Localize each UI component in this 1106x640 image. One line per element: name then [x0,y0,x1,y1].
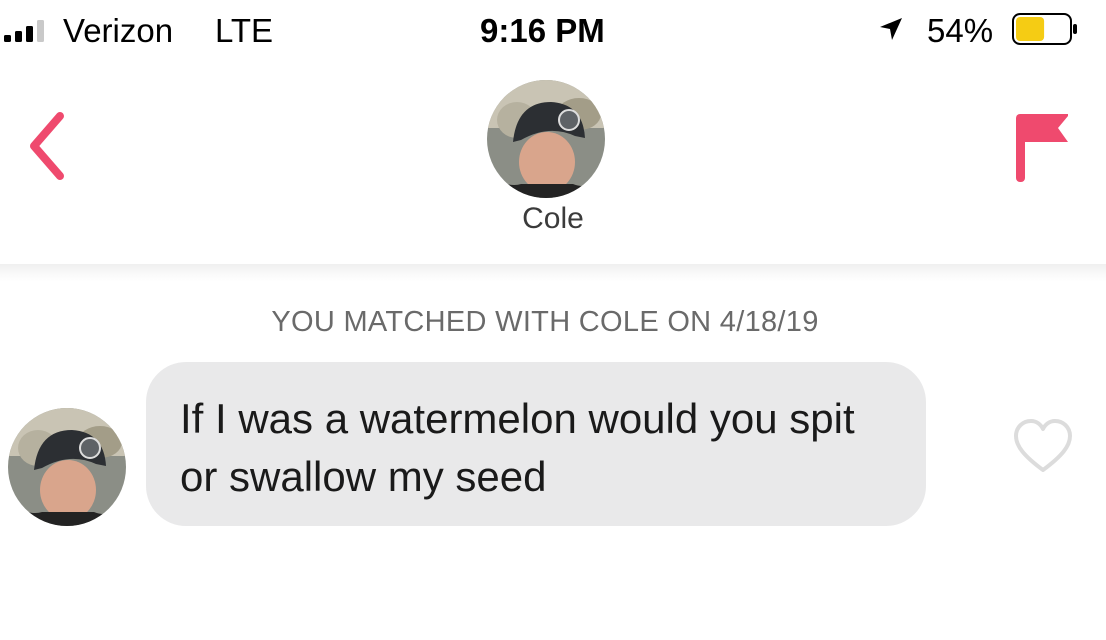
back-chevron-icon[interactable] [22,108,74,184]
match-notice: YOU MATCHED WITH COLE ON 4/18/19 [271,306,819,338]
heart-outline-icon[interactable] [1012,418,1074,474]
network-type: LTE [215,12,274,49]
battery-fill [1016,17,1045,41]
battery-percent: 54% [927,12,994,49]
message-text: If I was a watermelon would you spit or … [180,395,855,500]
message-bubble[interactable]: If I was a watermelon would you spit or … [146,362,926,526]
location-arrow-icon [880,18,902,40]
report-flag-icon[interactable] [1012,110,1072,184]
status-bar: Verizon LTE 9:16 PM 54% [0,0,1106,58]
profile-photo [487,80,605,198]
avatar[interactable] [487,80,605,198]
message-avatar[interactable] [8,408,126,526]
match-name: Cole [522,202,584,235]
battery-icon [1012,13,1077,45]
profile-photo-small [8,408,126,526]
status-time: 9:16 PM [480,12,605,49]
carrier-name: Verizon [63,12,174,49]
signal-bars-icon [4,20,44,42]
header-divider [0,264,1106,282]
